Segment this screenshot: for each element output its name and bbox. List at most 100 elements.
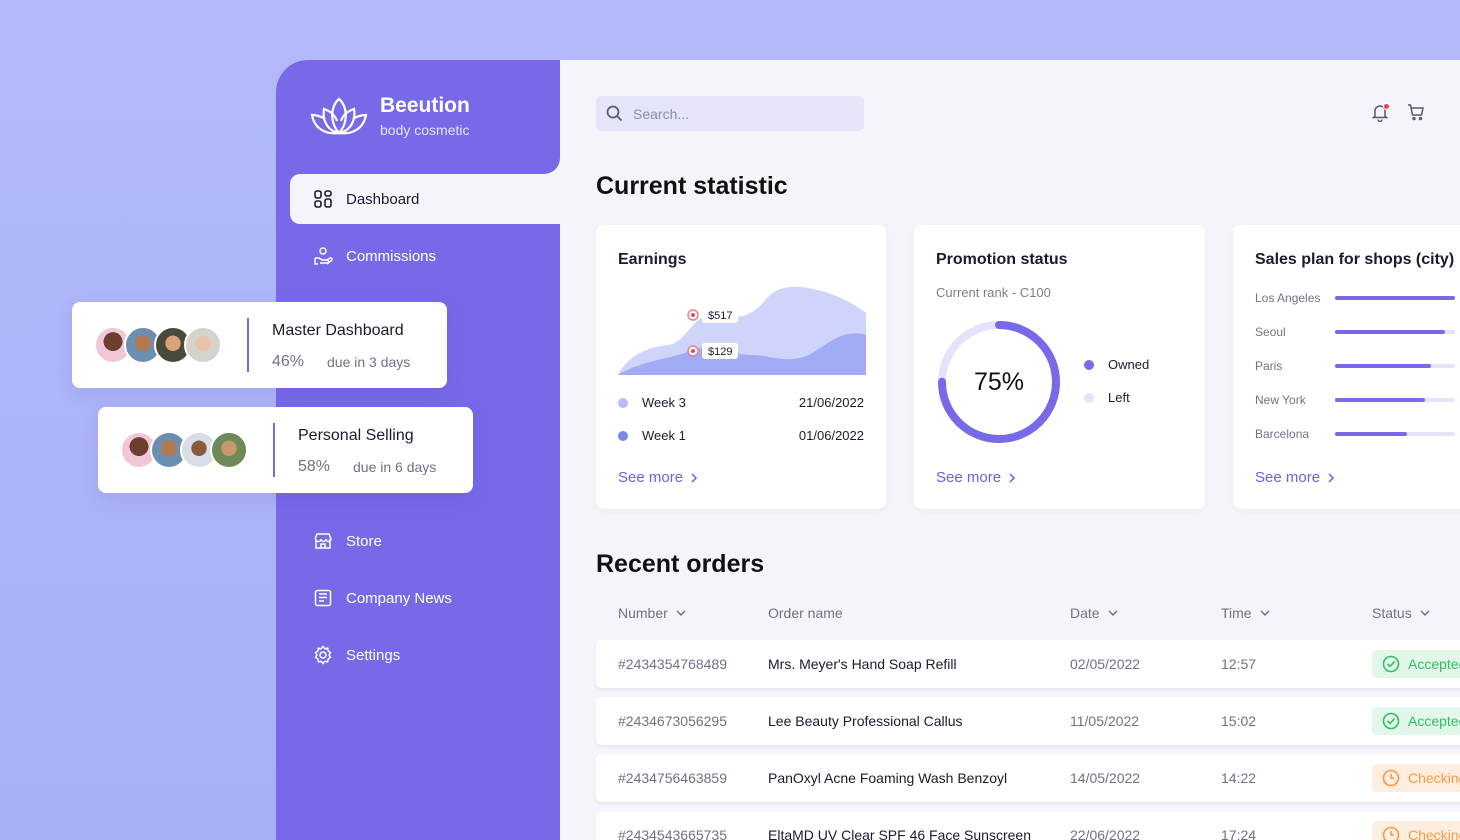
project-title: Personal Selling (298, 427, 414, 444)
card-divider (247, 318, 249, 372)
legend-label: Left (1108, 390, 1130, 405)
progress-track (1335, 330, 1455, 334)
hand-coins-icon (312, 245, 334, 267)
order-time: 17:24 (1221, 827, 1257, 840)
clock-icon (1382, 826, 1400, 840)
status-label: Accepted (1408, 656, 1460, 672)
city-name: Los Angeles (1255, 291, 1321, 305)
progress-fill (1335, 364, 1431, 368)
chevron-right-icon (1328, 472, 1335, 483)
avatar (184, 326, 222, 364)
chevron-right-icon (1009, 472, 1016, 483)
card-title: Earnings (618, 251, 687, 268)
sidebar-item-dashboard[interactable]: Dashboard (290, 174, 560, 224)
progress-track (1335, 296, 1455, 300)
marker-label: $517 (708, 310, 732, 322)
see-more-label: See more (618, 469, 684, 486)
cart-icon[interactable] (1406, 102, 1426, 127)
legend-row: Week 1 01/06/2022 (618, 428, 864, 443)
progress-fill (1335, 330, 1446, 334)
table-row[interactable]: #2434756463859 PanOxyl Acne Foaming Wash … (596, 754, 1460, 802)
city-row: Seoul (1255, 325, 1460, 339)
table-header: Number Order name Date Time Status (596, 605, 1460, 625)
store-icon (312, 530, 334, 552)
sort-time[interactable]: Time (1221, 605, 1270, 621)
legend-date: 01/06/2022 (798, 428, 864, 443)
order-number: #2434354768489 (618, 656, 728, 672)
chevron-down-icon (1108, 610, 1118, 617)
lotus-logo-icon (310, 97, 368, 135)
chevron-right-icon (691, 472, 698, 483)
sidebar-item-label: Company News (346, 589, 452, 607)
section-title-orders: Recent orders (596, 550, 765, 578)
see-more-label: See more (936, 469, 1002, 486)
progress-track (1335, 432, 1455, 436)
card-title: Promotion status (936, 251, 1068, 268)
order-number: #2434543665735 (618, 827, 728, 840)
earnings-card: Earnings $517 $129 Week 3 21/06/2022 Wee… (596, 225, 886, 509)
sidebar-item-settings[interactable]: Settings (290, 630, 560, 680)
progress-fill (1335, 398, 1425, 402)
sidebar-item-label: Commissions (346, 247, 437, 265)
project-card-personal-selling[interactable]: Personal Selling 58% due in 6 days (98, 407, 473, 493)
status-badge: Accepted (1372, 650, 1460, 678)
see-more-link[interactable]: See more (618, 469, 699, 486)
sidebar-item-company-news[interactable]: Company News (290, 573, 560, 623)
avatar-group (120, 431, 248, 469)
header-label: Time (1221, 605, 1252, 621)
progress-track (1335, 398, 1455, 402)
city-row: Paris (1255, 359, 1460, 373)
gear-icon (312, 644, 334, 666)
table-row[interactable]: #2434354768489 Mrs. Meyer's Hand Soap Ref… (596, 640, 1460, 688)
progress-fill (1335, 432, 1407, 436)
sidebar-item-commissions[interactable]: Commissions (290, 231, 560, 281)
marker-label: $129 (708, 346, 732, 358)
check-circle-icon (1382, 655, 1400, 673)
brand[interactable]: Beeution body cosmetic (310, 94, 470, 138)
city-name: New York (1255, 393, 1306, 407)
chevron-down-icon (1260, 610, 1270, 617)
sort-date[interactable]: Date (1070, 605, 1118, 621)
order-number: #2434673056295 (618, 713, 728, 729)
legend-dot (1084, 392, 1094, 403)
order-date: 14/05/2022 (1070, 770, 1141, 786)
project-due: due in 3 days (327, 354, 411, 370)
grid-icon (312, 188, 334, 210)
project-card-master-dashboard[interactable]: Master Dashboard 46% due in 3 days (72, 302, 447, 388)
newspaper-icon (312, 587, 334, 609)
progress-track (1335, 364, 1455, 368)
legend-dot (1084, 359, 1094, 370)
card-title: Sales plan for shops (city) (1255, 251, 1455, 268)
legend-label: Week 3 (642, 395, 686, 410)
legend-dot (618, 397, 628, 408)
project-title: Master Dashboard (272, 322, 404, 339)
see-more-link[interactable]: See more (1255, 469, 1336, 486)
status-label: Checking (1408, 770, 1460, 786)
search-placeholder: Search... (633, 105, 690, 122)
sort-number[interactable]: Number (618, 605, 686, 621)
bell-icon[interactable] (1370, 102, 1390, 127)
order-time: 14:22 (1221, 770, 1257, 786)
avatar (210, 431, 248, 469)
sidebar-item-label: Store (346, 532, 382, 550)
project-due: due in 6 days (353, 459, 437, 475)
header-label: Order name (768, 605, 843, 621)
progress-ring: 75% (934, 317, 1064, 447)
sort-status[interactable]: Status (1372, 605, 1430, 621)
sidebar-item-store[interactable]: Store (290, 516, 560, 566)
legend-row: Week 3 21/06/2022 (618, 395, 864, 410)
progress-value: 75% (973, 367, 1025, 396)
project-percent: 58% (298, 458, 331, 475)
see-more-link[interactable]: See more (936, 469, 1017, 486)
main-content: Search... Current statistic Earnings $51… (560, 60, 1460, 840)
table-row[interactable]: #2434543665735 EltaMD UV Clear SPF 46 Fac… (596, 811, 1460, 840)
legend-left: Left (1084, 390, 1130, 405)
table-row[interactable]: #2434673056295 Lee Beauty Professional Ca… (596, 697, 1460, 745)
search-input[interactable]: Search... (596, 96, 864, 131)
header-order-name: Order name (768, 605, 843, 621)
header-label: Status (1372, 605, 1412, 621)
legend-date: 21/06/2022 (798, 395, 864, 410)
city-name: Seoul (1255, 325, 1286, 339)
search-icon (606, 105, 623, 122)
city-name: Barcelona (1255, 427, 1310, 441)
